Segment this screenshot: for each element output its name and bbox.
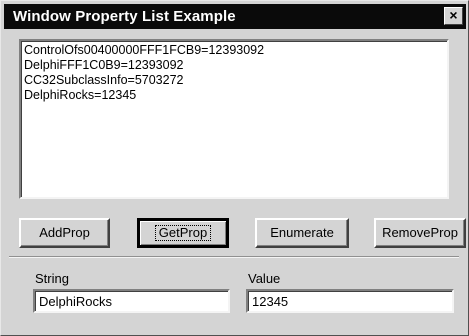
list-item[interactable]: DelphiFFF1C0B9=12393092: [24, 58, 444, 73]
list-item[interactable]: CC32SubclassInfo=5703272: [24, 73, 444, 88]
app-window: Window Property List Example × ControlOf…: [0, 0, 469, 336]
get-prop-button[interactable]: GetProp: [137, 218, 229, 248]
value-label: Value: [248, 271, 281, 286]
property-list[interactable]: ControlOfs00400000FFF1FCB9=12393092 Delp…: [19, 39, 449, 199]
close-button[interactable]: ×: [444, 7, 463, 25]
list-item[interactable]: ControlOfs00400000FFF1FCB9=12393092: [24, 43, 444, 58]
value-field[interactable]: 12345: [246, 289, 454, 313]
divider: [9, 256, 459, 258]
enumerate-button[interactable]: Enumerate: [255, 218, 349, 248]
add-prop-button[interactable]: AddProp: [19, 218, 110, 248]
close-icon: ×: [449, 7, 458, 23]
string-field[interactable]: DelphiRocks: [33, 289, 230, 313]
remove-prop-label: RemoveProp: [382, 225, 458, 240]
window-title: Window Property List Example: [13, 8, 236, 25]
title-bar[interactable]: Window Property List Example ×: [4, 4, 466, 29]
get-prop-label: GetProp: [154, 225, 212, 241]
list-item[interactable]: DelphiRocks=12345: [24, 88, 444, 103]
remove-prop-button[interactable]: RemoveProp: [374, 218, 466, 248]
add-prop-label: AddProp: [39, 225, 90, 240]
string-label: String: [35, 271, 69, 286]
enumerate-label: Enumerate: [270, 225, 334, 240]
